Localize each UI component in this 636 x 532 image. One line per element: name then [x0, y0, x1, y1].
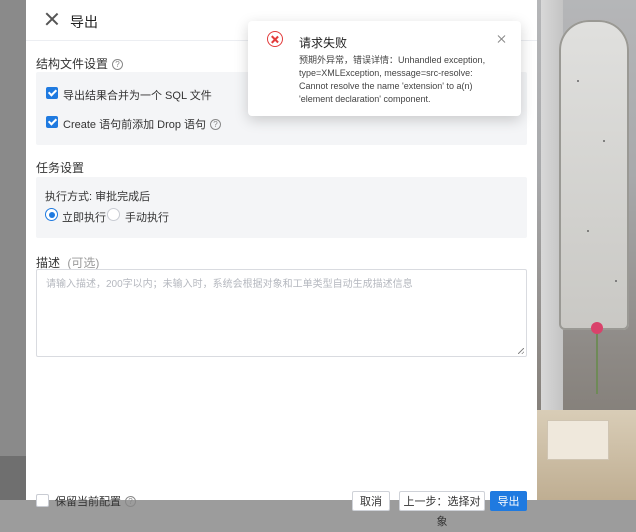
close-icon[interactable] [44, 11, 60, 27]
notification-title: 请求失败 [299, 36, 348, 50]
save-config-label[interactable]: 保留当前配置? [55, 493, 136, 509]
notification-message: 预期外异常，错误详情：Unhandled exception, type=XML… [299, 55, 486, 104]
save-config-checkbox[interactable] [36, 494, 49, 507]
exec-immediate-radio[interactable] [45, 208, 58, 221]
photo-speck [577, 80, 579, 82]
error-notification: 请求失败 预期外异常，错误详情：Unhandled exception, typ… [248, 21, 521, 116]
background-dimmed-left [0, 0, 26, 500]
cancel-button[interactable]: 取消 [352, 491, 390, 511]
help-icon[interactable]: ? [210, 119, 222, 130]
add-drop-label[interactable]: Create 语句前添加 Drop 语句? [63, 116, 222, 132]
photo-speck [587, 230, 589, 232]
export-button[interactable]: 导出 [490, 491, 527, 511]
background-band [0, 456, 26, 500]
close-icon[interactable] [497, 34, 506, 43]
merge-sql-checkbox[interactable] [46, 87, 58, 99]
structure-section-title: 结构文件设置? [36, 55, 124, 72]
description-placeholder: 请输入描述，200字以内；未输入时，系统会根据对象和工单类型自动生成描述信息 [46, 279, 413, 290]
description-textarea[interactable]: 请输入描述，200字以内；未输入时，系统会根据对象和工单类型自动生成描述信息 [36, 269, 527, 357]
add-drop-checkbox[interactable] [46, 116, 58, 128]
photo-flower-stem [596, 334, 598, 394]
photo-speck [603, 140, 605, 142]
add-drop-label-text: Create 语句前添加 Drop 语句 [63, 119, 207, 131]
error-icon [267, 31, 283, 47]
dialog-title: 导出 [70, 14, 98, 30]
exec-immediate-label[interactable]: 立即执行 [62, 209, 106, 225]
description-label: 描述 [36, 256, 61, 270]
save-config-text: 保留当前配置 [55, 496, 121, 508]
help-icon[interactable]: ? [125, 496, 136, 507]
exec-manual-label[interactable]: 手动执行 [125, 209, 169, 225]
photo-mirror [559, 20, 629, 330]
description-optional: (可选) [67, 256, 100, 270]
structure-section-label: 结构文件设置 [36, 57, 109, 71]
exec-manual-radio[interactable] [107, 208, 120, 221]
dialog-footer: 保留当前配置? 取消 上一步：选择对象 导出 [26, 488, 537, 528]
task-options-panel: 执行方式: 审批完成后 立即执行 手动执行 [36, 177, 527, 238]
background-photo [537, 0, 636, 500]
help-icon[interactable]: ? [112, 59, 124, 70]
task-section-title: 任务设置 [36, 161, 85, 175]
prev-step-button[interactable]: 上一步：选择对象 [399, 491, 485, 528]
exec-mode-label: 执行方式: 审批完成后 [45, 191, 151, 203]
photo-box [547, 420, 609, 460]
merge-sql-label[interactable]: 导出结果合并为一个 SQL 文件 [63, 87, 212, 103]
resize-handle-icon[interactable] [518, 348, 524, 354]
photo-flower [591, 322, 603, 334]
photo-speck [615, 280, 617, 282]
